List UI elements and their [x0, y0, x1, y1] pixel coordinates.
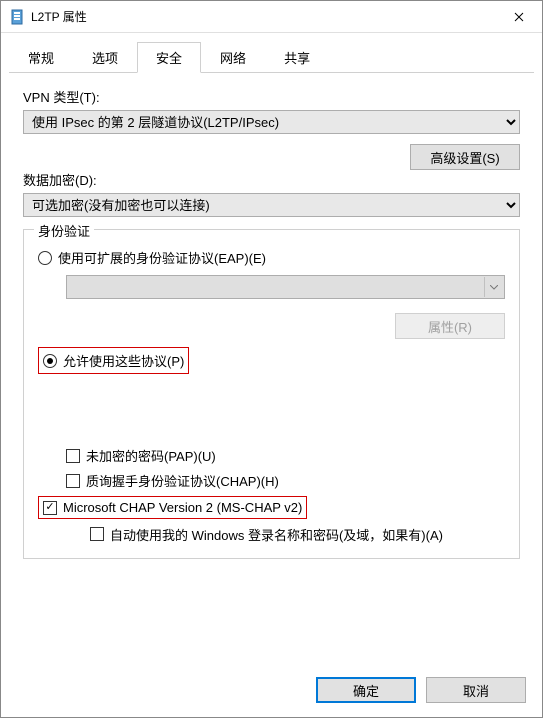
- tab-security[interactable]: 安全: [137, 42, 201, 73]
- eap-subsection: 属性(R): [66, 275, 505, 339]
- eap-properties-button: 属性(R): [395, 313, 505, 339]
- checkbox-icon: [66, 449, 80, 463]
- tab-sharing[interactable]: 共享: [265, 42, 329, 73]
- tab-panel-security: VPN 类型(T): 使用 IPsec 的第 2 层隧道协议(L2TP/IPse…: [1, 73, 542, 667]
- checkbox-auto-logon[interactable]: 自动使用我的 Windows 登录名称和密码(及域，如果有)(A): [90, 525, 505, 544]
- checkbox-mschap[interactable]: Microsoft CHAP Version 2 (MS-CHAP v2): [43, 500, 302, 515]
- checkbox-pap[interactable]: 未加密的密码(PAP)(U): [66, 446, 505, 465]
- radio-icon: [38, 251, 52, 265]
- encryption-label: 数据加密(D):: [23, 170, 520, 189]
- radio-eap-label: 使用可扩展的身份验证协议(EAP)(E): [58, 248, 266, 267]
- checkbox-icon: [43, 501, 57, 515]
- dialog-footer: 确定 取消: [1, 667, 542, 717]
- tab-network[interactable]: 网络: [201, 42, 265, 73]
- mschap-label: Microsoft CHAP Version 2 (MS-CHAP v2): [63, 500, 302, 515]
- encryption-dropdown[interactable]: 可选加密(没有加密也可以连接): [23, 193, 520, 217]
- tab-options[interactable]: 选项: [73, 42, 137, 73]
- vpn-type-field: VPN 类型(T): 使用 IPsec 的第 2 层隧道协议(L2TP/IPse…: [23, 87, 520, 134]
- encryption-field: 数据加密(D): 可选加密(没有加密也可以连接): [23, 170, 520, 217]
- highlight-allow-protocols: 允许使用这些协议(P): [38, 347, 189, 374]
- highlight-mschap: Microsoft CHAP Version 2 (MS-CHAP v2): [38, 496, 307, 519]
- pap-label: 未加密的密码(PAP)(U): [86, 446, 216, 465]
- radio-allow-label: 允许使用这些协议(P): [63, 351, 184, 370]
- radio-eap[interactable]: 使用可扩展的身份验证协议(EAP)(E): [38, 248, 505, 267]
- close-button[interactable]: [496, 1, 542, 33]
- eap-method-dropdown: [66, 275, 505, 299]
- chap-label: 质询握手身份验证协议(CHAP)(H): [86, 471, 279, 490]
- titlebar: L2TP 属性: [1, 1, 542, 33]
- auth-legend: 身份验证: [34, 221, 94, 240]
- app-icon: [9, 9, 25, 25]
- advanced-settings-button[interactable]: 高级设置(S): [410, 144, 520, 170]
- radio-icon: [43, 354, 57, 368]
- tab-general[interactable]: 常规: [9, 42, 73, 73]
- checkbox-icon: [90, 527, 104, 541]
- properties-dialog: L2TP 属性 常规 选项 安全 网络 共享 VPN 类型(T): 使用 IPs…: [0, 0, 543, 718]
- chevron-down-icon: [484, 277, 502, 297]
- radio-allow-protocols[interactable]: 允许使用这些协议(P): [43, 351, 184, 370]
- checkbox-chap[interactable]: 质询握手身份验证协议(CHAP)(H): [66, 471, 505, 490]
- window-title: L2TP 属性: [31, 8, 87, 25]
- ok-button[interactable]: 确定: [316, 677, 416, 703]
- auth-groupbox: 身份验证 使用可扩展的身份验证协议(EAP)(E) 属性(R): [23, 229, 520, 559]
- auto-logon-label: 自动使用我的 Windows 登录名称和密码(及域，如果有)(A): [110, 525, 443, 544]
- tab-strip: 常规 选项 安全 网络 共享: [1, 33, 542, 72]
- close-icon: [514, 12, 524, 22]
- checkbox-icon: [66, 474, 80, 488]
- vpn-type-dropdown[interactable]: 使用 IPsec 的第 2 层隧道协议(L2TP/IPsec): [23, 110, 520, 134]
- cancel-button[interactable]: 取消: [426, 677, 526, 703]
- vpn-type-label: VPN 类型(T):: [23, 87, 520, 106]
